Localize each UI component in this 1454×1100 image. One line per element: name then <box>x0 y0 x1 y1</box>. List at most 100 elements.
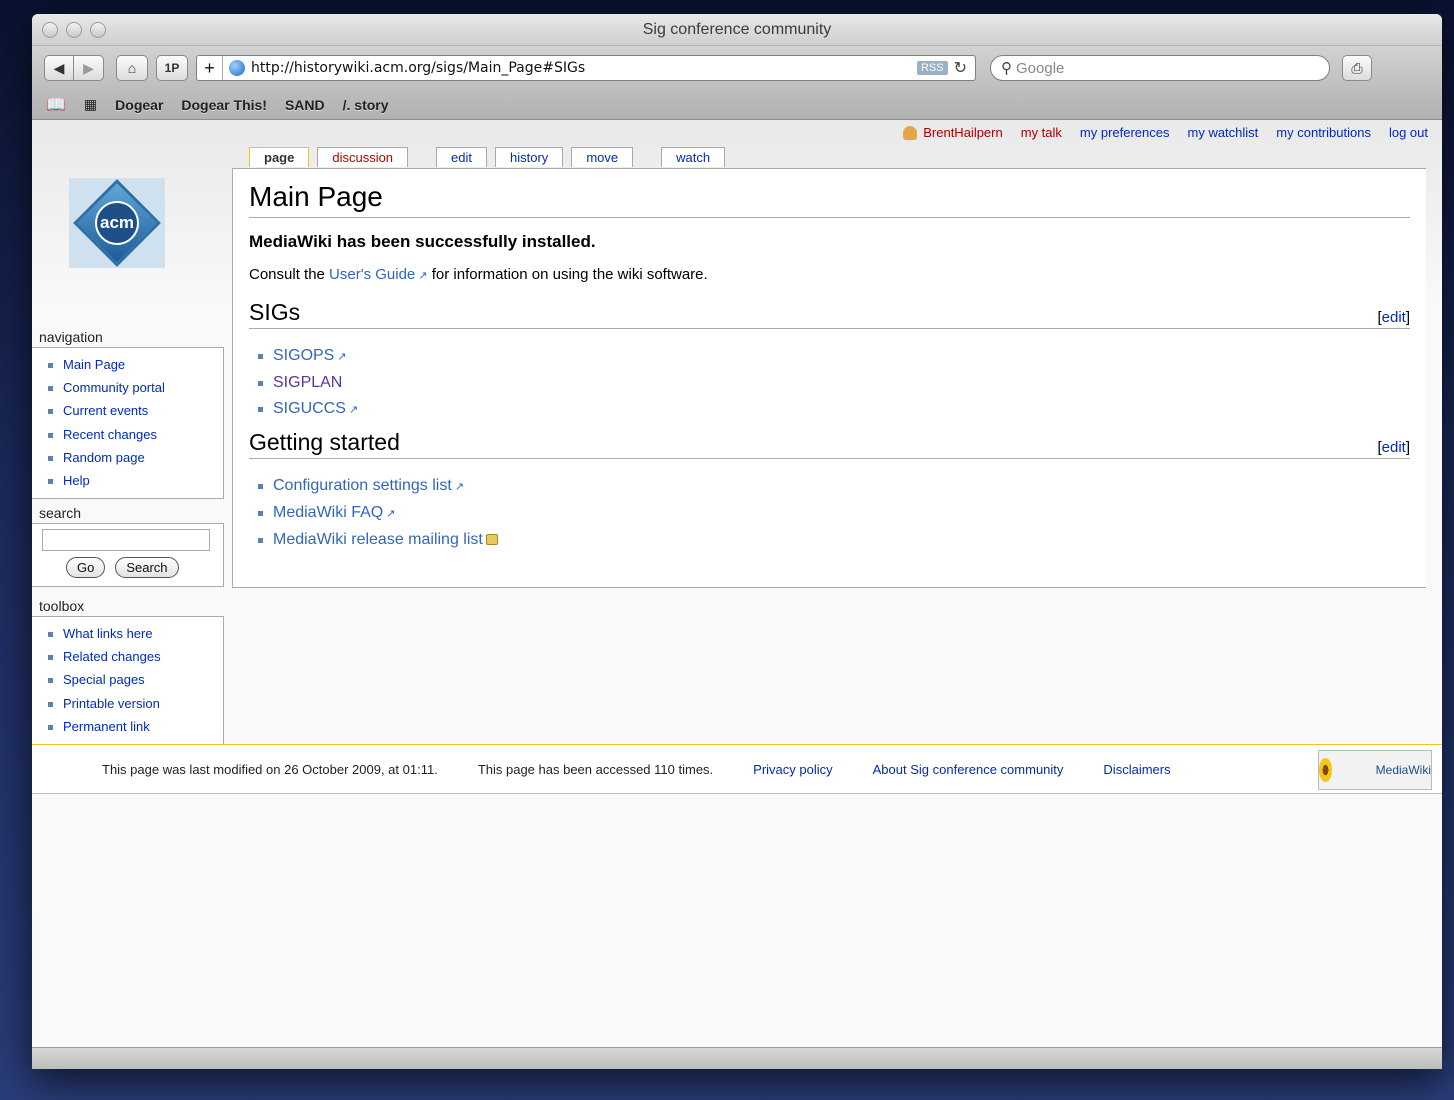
consult-paragraph: Consult the User's Guide for information… <box>249 266 1410 283</box>
title-bar: Sig conference community <box>32 14 1442 46</box>
tab-edit[interactable]: edit <box>436 147 488 167</box>
go-button[interactable]: Go <box>66 557 106 578</box>
user-link[interactable]: BrentHailpern <box>903 125 1003 140</box>
toolbox-heading: toolbox <box>39 598 85 614</box>
tab-move[interactable]: move <box>571 147 634 167</box>
user-icon <box>903 125 918 140</box>
browser-window: Sig conference community ◀ ▶ ⌂ 1P + http… <box>32 14 1442 1069</box>
nav-community-portal[interactable]: Community portal <box>46 376 223 399</box>
search-placeholder: Google <box>1016 59 1065 77</box>
tab-discussion[interactable]: discussion <box>317 147 409 167</box>
bookmark-dogear-this[interactable]: Dogear This! <box>181 97 267 113</box>
nav-current-events[interactable]: Current events <box>46 399 223 422</box>
tab-page[interactable]: page <box>249 147 310 167</box>
tab-watch[interactable]: watch <box>661 147 726 167</box>
forward-button[interactable]: ▶ <box>74 55 104 81</box>
browser-toolbar: ◀ ▶ ⌂ 1P + http://historywiki.acm.org/si… <box>32 46 1442 90</box>
mediawiki-faq-link[interactable]: MediaWiki FAQ <box>273 504 396 521</box>
siguccs-link[interactable]: SIGUCCS <box>273 400 358 417</box>
zoom-window-button[interactable] <box>90 22 106 38</box>
search-portlet: search Go Search <box>32 505 224 587</box>
sigs-heading-row: SIGs [edit] <box>249 299 1410 329</box>
nav-main-page[interactable]: Main Page <box>46 353 223 376</box>
bookmark-slashdot-story[interactable]: /. story <box>343 97 389 113</box>
mailing-list-link[interactable]: MediaWiki release mailing list <box>273 531 483 548</box>
nav-help[interactable]: Help <box>46 469 223 492</box>
open-book-icon[interactable]: 📖 <box>46 95 66 115</box>
consult-text-post: for information on using the wiki softwa… <box>427 266 708 283</box>
sig-sigplan[interactable]: SIGPLAN <box>249 370 1410 396</box>
tool-related-changes[interactable]: Related changes <box>46 645 223 668</box>
installed-message: MediaWiki has been successfully installe… <box>249 232 596 251</box>
toolbox-portlet: toolbox What links here Related changes … <box>32 598 224 746</box>
about-link[interactable]: About Sig conference community <box>873 762 1064 777</box>
bookmark-dogear[interactable]: Dogear <box>115 97 163 113</box>
rss-button[interactable]: RSS <box>916 61 948 75</box>
users-guide-link[interactable]: User's Guide <box>329 266 428 283</box>
nav-random-page[interactable]: Random page <box>46 446 223 469</box>
privacy-policy-link[interactable]: Privacy policy <box>753 762 832 777</box>
close-window-button[interactable] <box>42 22 58 38</box>
edit-sigs-link[interactable]: edit <box>1382 309 1406 326</box>
wiki-search-input[interactable] <box>42 529 210 551</box>
bookmark-sand[interactable]: SAND <box>285 97 325 113</box>
powered-by-mediawiki-badge[interactable]: MediaWiki <box>1318 750 1432 790</box>
onepassword-button[interactable]: 1P <box>156 55 188 81</box>
edit-sigs-section[interactable]: [edit] <box>1377 309 1410 326</box>
navigation-body: Main Page Community portal Current event… <box>32 347 224 500</box>
sig-sigops[interactable]: SIGOPS <box>249 343 1410 370</box>
gs-mediawiki-faq[interactable]: MediaWiki FAQ <box>249 500 1410 527</box>
nav-recent-changes[interactable]: Recent changes <box>46 423 223 446</box>
add-bookmark-button[interactable]: + <box>197 56 223 80</box>
sigops-link[interactable]: SIGOPS <box>273 347 347 364</box>
url-text[interactable]: http://historywiki.acm.org/sigs/Main_Pag… <box>251 60 917 76</box>
getting-started-heading: Getting started <box>249 429 400 455</box>
tab-history[interactable]: history <box>495 147 564 167</box>
tool-printable-version[interactable]: Printable version <box>46 692 223 715</box>
tool-permanent-link[interactable]: Permanent link <box>46 715 223 738</box>
back-button[interactable]: ◀ <box>44 55 74 81</box>
minimize-window-button[interactable] <box>66 22 82 38</box>
edit-getting-started-section[interactable]: [edit] <box>1377 439 1410 456</box>
edit-getting-started-link[interactable]: edit <box>1382 439 1406 456</box>
my-preferences-link[interactable]: my preferences <box>1080 125 1170 140</box>
address-bar[interactable]: + http://historywiki.acm.org/sigs/Main_P… <box>196 55 976 81</box>
my-talk-link[interactable]: my talk <box>1021 125 1062 140</box>
site-logo[interactable]: acm <box>69 178 165 268</box>
getting-started-heading-row: Getting started [edit] <box>249 429 1410 459</box>
sigplan-link[interactable]: SIGPLAN <box>273 374 342 391</box>
gs-configuration-settings[interactable]: Configuration settings list <box>249 473 1410 500</box>
my-contributions-link[interactable]: my contributions <box>1276 125 1371 140</box>
wiki-page: BrentHailpern my talk my preferences my … <box>32 120 1442 1047</box>
search-heading: search <box>39 505 82 521</box>
tool-what-links-here[interactable]: What links here <box>46 622 223 645</box>
my-watchlist-link[interactable]: my watchlist <box>1188 125 1259 140</box>
reload-button[interactable]: ↻ <box>954 58 967 78</box>
configuration-settings-link[interactable]: Configuration settings list <box>273 477 464 494</box>
gs-mailing-list[interactable]: MediaWiki release mailing list <box>249 527 1410 553</box>
window-controls <box>42 22 106 38</box>
globe-icon <box>229 60 245 76</box>
user-name[interactable]: BrentHailpern <box>923 125 1003 140</box>
home-button[interactable]: ⌂ <box>116 55 148 81</box>
sig-siguccs[interactable]: SIGUCCS <box>249 396 1410 423</box>
page-tabs: page discussion edit history move watch <box>249 147 733 167</box>
print-button[interactable]: ⎙ <box>1342 55 1372 81</box>
grid-icon[interactable]: ▦ <box>84 96 97 113</box>
consult-text-pre: Consult the <box>249 266 330 283</box>
search-icon: ⚲ <box>1001 60 1012 77</box>
printer-icon: ⎙ <box>1351 59 1363 76</box>
page-footer: This page was last modified on 26 Octobe… <box>32 744 1442 794</box>
sigs-heading: SIGs <box>249 299 301 325</box>
last-modified-text: This page was last modified on 26 Octobe… <box>102 761 438 777</box>
search-field[interactable]: ⚲ Google <box>990 55 1330 81</box>
disclaimers-link[interactable]: Disclaimers <box>1103 762 1170 777</box>
tool-special-pages[interactable]: Special pages <box>46 668 223 691</box>
navigation-portlet: navigation Main Page Community portal Cu… <box>32 329 224 500</box>
sigs-list: SIGOPS SIGPLAN SIGUCCS <box>249 343 1410 423</box>
acm-logo-diamond: acm <box>73 179 161 267</box>
search-body: Go Search <box>32 523 224 587</box>
log-out-link[interactable]: log out <box>1389 125 1428 140</box>
search-button[interactable]: Search <box>115 557 179 578</box>
navigation-heading: navigation <box>39 329 103 345</box>
